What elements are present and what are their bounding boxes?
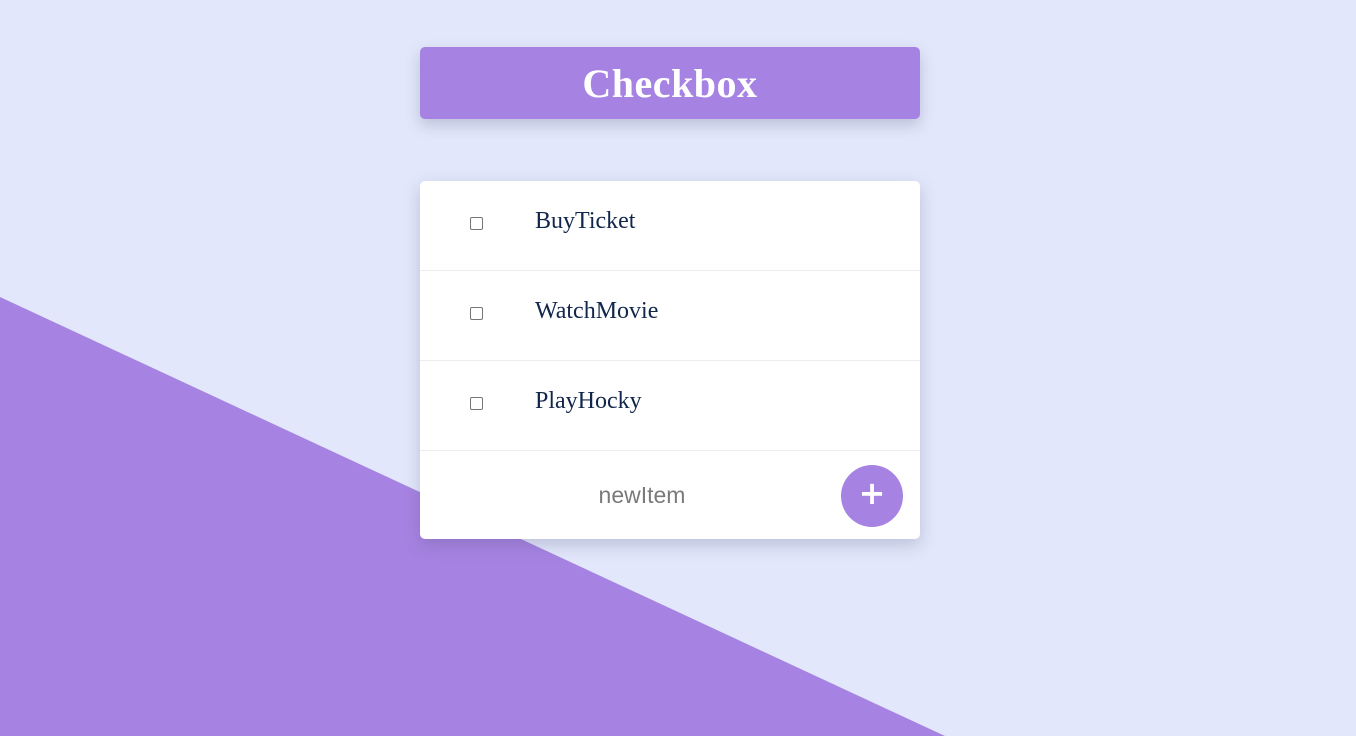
item-checkbox[interactable] [470,307,483,320]
heading-banner: Checkbox [420,47,920,119]
list-item: PlayHocky [420,361,920,451]
list-item: WatchMovie [420,271,920,361]
item-checkbox[interactable] [470,217,483,230]
todo-card: BuyTicket WatchMovie PlayHocky + [420,181,920,539]
plus-icon: + [858,474,886,512]
list-item: BuyTicket [420,181,920,271]
item-checkbox[interactable] [470,397,483,410]
item-label: BuyTicket [535,208,636,234]
item-label: PlayHocky [535,388,642,414]
page-title: Checkbox [582,60,758,106]
item-label: WatchMovie [535,298,659,324]
new-item-input[interactable] [520,479,764,511]
add-item-button[interactable]: + [841,465,903,527]
add-item-row: + [420,451,920,539]
